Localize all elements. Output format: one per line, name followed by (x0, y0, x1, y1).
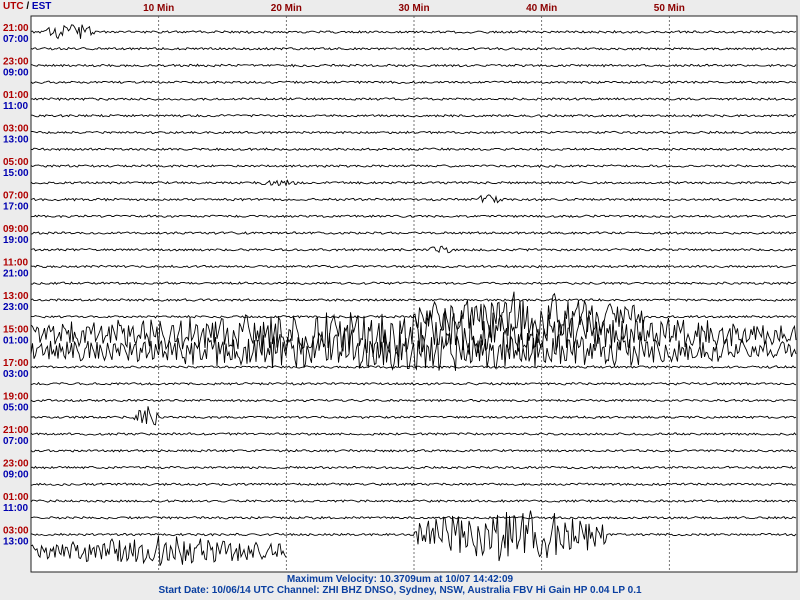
utc-time-label: 07:00 (3, 191, 29, 202)
est-time-label: 11:00 (3, 101, 28, 112)
est-time-label: 13:00 (3, 135, 29, 146)
helicorder-chart: 10 Min 20 Min 30 Min 40 Min 50 Min 21:0007:0… (3, 3, 798, 573)
est-time-label: 21:00 (3, 269, 29, 280)
utc-time-label: 13:00 (3, 291, 29, 302)
utc-time-label: 11:00 (3, 258, 28, 269)
minute-label: 20 Min (271, 3, 302, 14)
utc-time-label: 09:00 (3, 224, 29, 235)
utc-time-label: 03:00 (3, 526, 29, 537)
utc-time-label: 21:00 (3, 23, 29, 34)
est-time-label: 09:00 (3, 68, 29, 79)
est-time-label: 09:00 (3, 470, 29, 481)
max-velocity-text: Maximum Velocity: 10.3709um at 10/07 14:… (286, 574, 514, 585)
est-time-label: 01:00 (3, 336, 29, 347)
est-time-label: 15:00 (3, 168, 29, 179)
est-time-label: 13:00 (3, 537, 29, 548)
chart-footer: Maximum Velocity: 10.3709um at 10/07 14:… (0, 574, 800, 596)
utc-time-label: 03:00 (3, 124, 29, 135)
est-time-label: 07:00 (3, 436, 29, 447)
time-axis-labels: 21:0007:0023:0009:0001:0011:0003:0013:00… (3, 23, 29, 548)
minute-axis-labels: 10 Min 20 Min 30 Min 40 Min 50 Min (143, 3, 685, 14)
est-time-label: 07:00 (3, 34, 29, 45)
utc-time-label: 21:00 (3, 425, 29, 436)
minute-label: 30 Min (398, 3, 429, 14)
utc-time-label: 19:00 (3, 392, 29, 403)
est-time-label: 19:00 (3, 235, 29, 246)
utc-time-label: 15:00 (3, 325, 29, 336)
minute-label: 40 Min (526, 3, 557, 14)
utc-time-label: 23:00 (3, 57, 29, 68)
utc-time-label: 05:00 (3, 157, 29, 168)
est-time-label: 17:00 (3, 202, 29, 213)
utc-time-label: 23:00 (3, 459, 29, 470)
utc-time-label: 17:00 (3, 358, 29, 369)
est-time-label: 05:00 (3, 403, 29, 414)
minute-label: 50 Min (654, 3, 685, 14)
est-time-label: 11:00 (3, 503, 28, 514)
est-time-label: 23:00 (3, 302, 29, 313)
est-time-label: 03:00 (3, 369, 29, 380)
utc-time-label: 01:00 (3, 492, 29, 503)
minute-label: 10 Min (143, 3, 174, 14)
utc-time-label: 01:00 (3, 90, 29, 101)
station-info-text: Start Date: 10/06/14 UTC Channel: ZHI BH… (158, 585, 642, 596)
